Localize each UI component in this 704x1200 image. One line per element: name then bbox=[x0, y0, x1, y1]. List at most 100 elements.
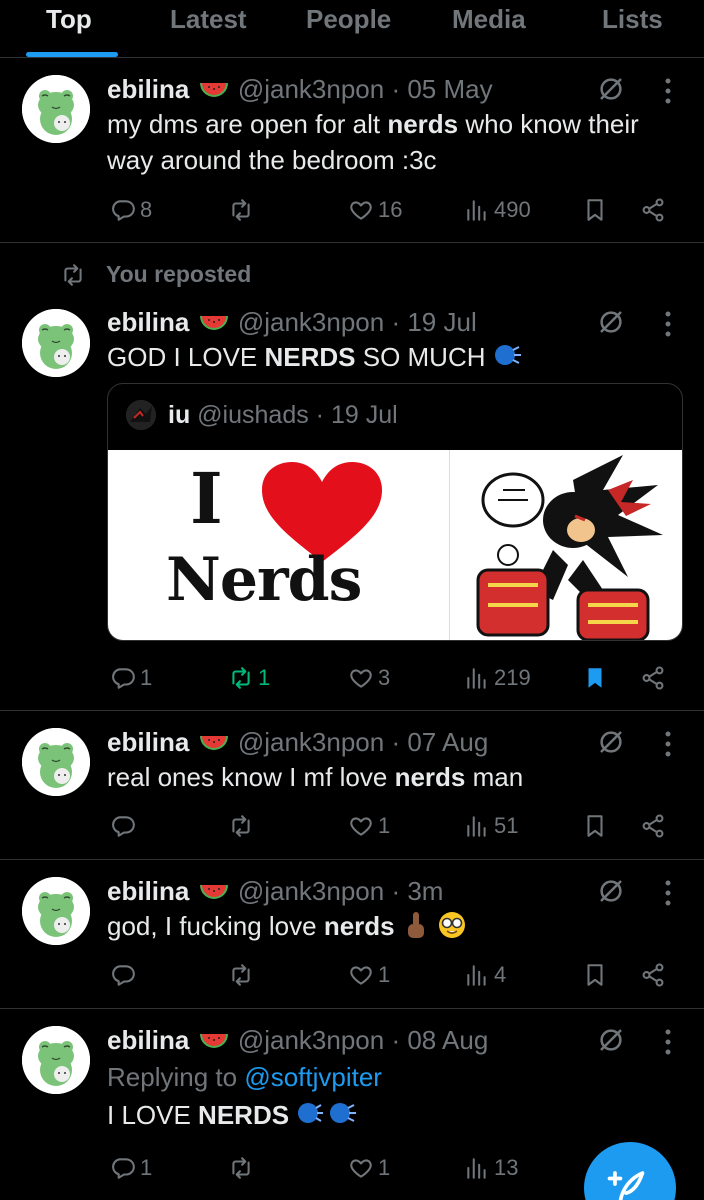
more-options-icon[interactable] bbox=[660, 309, 676, 339]
post-text-part: my dms are open for alt bbox=[107, 109, 388, 139]
like-button[interactable]: 1 bbox=[348, 809, 390, 843]
avatar[interactable] bbox=[22, 309, 90, 377]
like-count: 3 bbox=[378, 665, 391, 690]
like-button[interactable]: 1 bbox=[348, 1151, 390, 1185]
post-date[interactable]: 19 Jul bbox=[407, 307, 476, 337]
post-date[interactable]: 05 May bbox=[407, 74, 492, 104]
author-name[interactable]: ebilina bbox=[107, 727, 189, 757]
author-handle[interactable]: @jank3npon bbox=[238, 876, 384, 906]
bookmark-button[interactable] bbox=[582, 809, 612, 843]
tab-media[interactable]: Media bbox=[452, 4, 526, 35]
avatar[interactable] bbox=[22, 75, 90, 143]
repost-button[interactable] bbox=[228, 193, 258, 227]
post-text-part: man bbox=[465, 762, 524, 792]
speaking-head-emoji-icon bbox=[298, 1103, 357, 1123]
post-date[interactable]: 07 Aug bbox=[407, 727, 488, 757]
repost-button[interactable] bbox=[228, 958, 258, 992]
like-count: 16 bbox=[378, 197, 403, 222]
mute-icon[interactable] bbox=[596, 876, 626, 906]
repost-button[interactable] bbox=[228, 809, 258, 843]
reply-icon bbox=[110, 813, 136, 839]
more-options-icon[interactable] bbox=[660, 1027, 676, 1057]
avatar[interactable] bbox=[22, 877, 90, 945]
views-button[interactable]: 490 bbox=[464, 193, 531, 227]
nerd-face-emoji-icon bbox=[439, 912, 466, 938]
post-3[interactable]: ebilina @jank3npon · 07 Aug real ones kn… bbox=[0, 711, 704, 860]
share-button[interactable] bbox=[640, 661, 670, 695]
share-icon bbox=[640, 665, 666, 691]
author-name[interactable]: ebilina bbox=[107, 307, 189, 337]
author-name[interactable]: ebilina bbox=[107, 1025, 189, 1055]
repost-button[interactable] bbox=[228, 1151, 258, 1185]
post-date[interactable]: 3m bbox=[407, 876, 443, 906]
tab-lists[interactable]: Lists bbox=[602, 4, 663, 35]
author-name[interactable]: ebilina bbox=[107, 876, 189, 906]
share-button[interactable] bbox=[640, 193, 670, 227]
active-tab-indicator bbox=[26, 52, 118, 57]
views-button[interactable]: 51 bbox=[464, 809, 518, 843]
repost-icon bbox=[60, 262, 86, 288]
mute-icon[interactable] bbox=[596, 74, 626, 104]
mute-icon[interactable] bbox=[596, 307, 626, 337]
quoted-post[interactable]: iu @iushads · 19 Jul I Nerds bbox=[107, 383, 683, 641]
watermelon-emoji-icon bbox=[199, 80, 229, 100]
post-4[interactable]: ebilina @jank3npon · 3m god, I fucking l… bbox=[0, 860, 704, 1009]
tab-latest[interactable]: Latest bbox=[170, 4, 247, 35]
like-icon bbox=[348, 962, 374, 988]
repost-icon bbox=[228, 197, 254, 223]
share-icon bbox=[640, 197, 666, 223]
reply-button[interactable] bbox=[110, 809, 140, 843]
reply-count: 1 bbox=[140, 1155, 153, 1180]
avatar[interactable] bbox=[22, 728, 90, 796]
repost-label-text: You reposted bbox=[106, 261, 252, 287]
like-icon bbox=[348, 665, 374, 691]
author-handle[interactable]: @jank3npon bbox=[238, 727, 384, 757]
like-button[interactable]: 1 bbox=[348, 958, 390, 992]
quoted-author-handle[interactable]: @iushads bbox=[197, 401, 309, 430]
bookmark-button[interactable] bbox=[582, 958, 612, 992]
quoted-image[interactable]: I Nerds bbox=[108, 450, 682, 640]
quoted-author-name[interactable]: iu bbox=[168, 401, 190, 430]
reply-button[interactable] bbox=[110, 958, 140, 992]
bookmark-button[interactable] bbox=[582, 661, 612, 695]
views-button[interactable]: 13 bbox=[464, 1151, 518, 1185]
repost-count: 1 bbox=[258, 665, 271, 690]
post-header: ebilina @jank3npon · 07 Aug bbox=[107, 727, 488, 758]
author-handle[interactable]: @jank3npon bbox=[238, 1025, 384, 1055]
like-button[interactable]: 16 bbox=[348, 193, 402, 227]
image-divider bbox=[449, 450, 450, 640]
author-handle[interactable]: @jank3npon bbox=[238, 307, 384, 337]
share-button[interactable] bbox=[640, 809, 670, 843]
reply-button[interactable]: 1 bbox=[110, 661, 152, 695]
views-button[interactable]: 4 bbox=[464, 958, 506, 992]
post-date[interactable]: 08 Aug bbox=[407, 1025, 488, 1055]
avatar[interactable] bbox=[22, 1026, 90, 1094]
views-icon bbox=[464, 1155, 490, 1181]
bookmark-button[interactable] bbox=[582, 193, 612, 227]
action-bar: 1 1 3 219 bbox=[0, 661, 704, 695]
author-handle[interactable]: @jank3npon bbox=[238, 74, 384, 104]
post-1[interactable]: ebilina @jank3npon · 05 May my dms are o… bbox=[0, 58, 704, 243]
author-name[interactable]: ebilina bbox=[107, 74, 189, 104]
more-options-icon[interactable] bbox=[660, 878, 676, 908]
replying-to-link[interactable]: @softjvpiter bbox=[244, 1062, 382, 1092]
mute-icon[interactable] bbox=[596, 727, 626, 757]
post-2[interactable]: You reposted ebilina @jank3npon · 19 Jul… bbox=[0, 243, 704, 711]
mute-icon[interactable] bbox=[596, 1025, 626, 1055]
views-button[interactable]: 219 bbox=[464, 661, 531, 695]
reply-button[interactable]: 1 bbox=[110, 1151, 152, 1185]
repost-icon bbox=[228, 813, 254, 839]
repost-icon bbox=[228, 1155, 254, 1181]
quoted-post-date[interactable]: 19 Jul bbox=[331, 401, 398, 430]
tab-people[interactable]: People bbox=[306, 4, 391, 35]
reply-button[interactable]: 8 bbox=[110, 193, 152, 227]
tab-top[interactable]: Top bbox=[46, 4, 92, 35]
share-button[interactable] bbox=[640, 958, 670, 992]
quoted-avatar[interactable] bbox=[126, 400, 156, 430]
more-options-icon[interactable] bbox=[660, 729, 676, 759]
action-bar: 1 51 bbox=[0, 809, 704, 843]
like-button[interactable]: 3 bbox=[348, 661, 390, 695]
replying-to: Replying to @softjvpiter bbox=[107, 1059, 687, 1095]
repost-button[interactable]: 1 bbox=[228, 661, 270, 695]
more-options-icon[interactable] bbox=[660, 76, 676, 106]
